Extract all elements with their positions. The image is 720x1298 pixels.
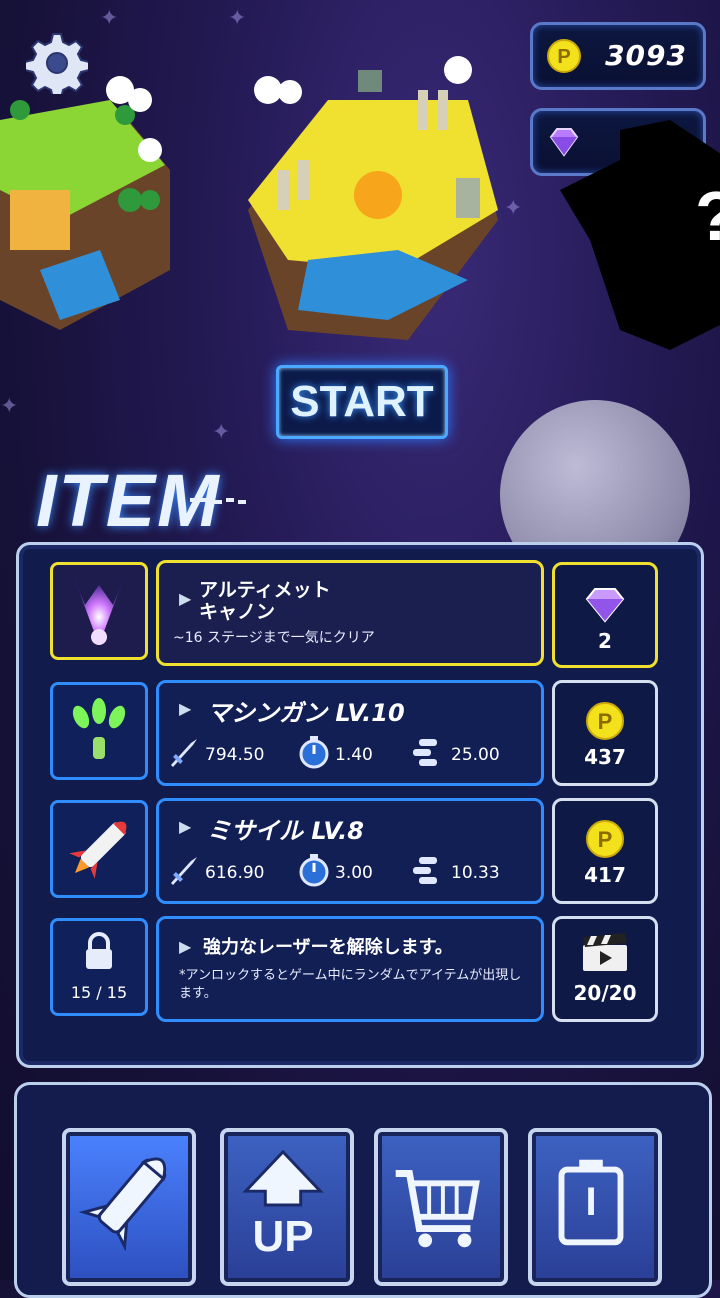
item-desc-ultimate-cannon[interactable]: ▶ アルティメット キャノン ~16 ステージまで一気にクリア xyxy=(156,560,544,666)
heading-dash-decoration xyxy=(190,498,246,504)
green-spread-shot-icon xyxy=(72,698,126,759)
wheat-field xyxy=(10,190,70,250)
count-value: 25.00 xyxy=(451,745,500,765)
sword-icon xyxy=(171,857,197,885)
coin-icon: P xyxy=(586,820,624,858)
interval-value: 1.40 xyxy=(335,745,373,765)
multi-bullet-icon xyxy=(413,739,437,766)
interval-value: 3.00 xyxy=(335,863,373,883)
coin-symbol: P xyxy=(598,709,613,734)
coin-icon: P xyxy=(586,702,624,740)
item-icon-laser-locked[interactable]: 15 / 15 xyxy=(50,918,148,1016)
question-mark-icon: ? xyxy=(695,177,720,255)
item-name: マシンガン LV.10 xyxy=(207,699,405,727)
upgrade-menu-button[interactable]: UP xyxy=(220,1128,354,1286)
count-value: 10.33 xyxy=(451,863,500,883)
star-decoration: ✦ xyxy=(0,394,19,419)
video-icon xyxy=(583,933,627,971)
coin-symbol: P xyxy=(598,827,613,852)
watch-video-button[interactable]: 20/20 xyxy=(552,916,658,1022)
star-decoration: ✦ xyxy=(228,6,247,31)
rocket-icon xyxy=(78,1157,167,1252)
start-button[interactable]: START xyxy=(276,365,448,439)
sword-icon xyxy=(171,739,197,767)
upgrade-button-missile[interactable]: P 417 xyxy=(552,798,658,904)
buy-button-ultimate-cannon[interactable]: 2 xyxy=(552,562,658,668)
up-label: UP xyxy=(252,1212,314,1261)
points-value: 3093 xyxy=(605,39,687,72)
world-island-farm[interactable] xyxy=(0,70,180,350)
item-name: ミサイル LV.8 xyxy=(207,817,364,845)
attack-value: 794.50 xyxy=(205,745,265,765)
stopwatch-icon xyxy=(299,854,329,887)
locked-world-silhouette: ? xyxy=(560,120,720,350)
weapon-menu-button[interactable] xyxy=(62,1128,196,1286)
coin-symbol: P xyxy=(557,46,570,68)
gem-icon xyxy=(585,588,625,623)
missile-icon xyxy=(69,821,127,879)
stopwatch-icon xyxy=(299,736,329,769)
multi-bullet-icon xyxy=(413,857,437,884)
purple-blast-icon xyxy=(73,575,125,645)
world-island-ruins[interactable] xyxy=(228,50,518,350)
cost-value: 2 xyxy=(598,629,612,653)
shopping-cart-icon xyxy=(395,1170,480,1248)
item-icon-missile[interactable] xyxy=(50,800,148,898)
attack-value: 616.90 xyxy=(205,863,265,883)
points-counter: P 3093 xyxy=(530,22,706,90)
cost-value: 437 xyxy=(584,745,626,769)
star-decoration: ✦ xyxy=(100,6,119,31)
item-icon-machinegun[interactable] xyxy=(50,682,148,780)
upgrade-button-machinegun[interactable]: P 437 xyxy=(552,680,658,786)
info-label: I xyxy=(585,1180,597,1224)
item-name: 強力なレーザーを解除します。 xyxy=(203,937,453,958)
item-info-menu-button[interactable]: I xyxy=(528,1128,662,1286)
item-icon-ultimate-cannon[interactable] xyxy=(50,562,148,660)
lock-count: 15 / 15 xyxy=(70,983,128,1002)
item-name-line2: キャノン xyxy=(199,601,276,623)
shop-menu-button[interactable] xyxy=(374,1128,508,1286)
item-note: *アンロックするとゲーム中にランダムでアイテムが出現します。 xyxy=(179,968,522,1001)
cost-value: 417 xyxy=(584,863,626,887)
item-desc-missile[interactable]: ▶ ミサイル LV.8 616.90 3.00 10.33 xyxy=(156,798,544,904)
lock-icon xyxy=(86,932,112,969)
item-desc-laser[interactable]: ▶ 強力なレーザーを解除します。 *アンロックするとゲーム中にランダムでアイテム… xyxy=(156,916,544,1022)
star-decoration: ✦ xyxy=(212,420,231,445)
ad-count-value: 20/20 xyxy=(573,981,637,1005)
item-description: ~16 ステージまで一気にクリア xyxy=(173,630,375,646)
coin-icon: P xyxy=(547,39,581,73)
item-desc-machinegun[interactable]: ▶ マシンガン LV.10 794.50 1.40 25.00 xyxy=(156,680,544,786)
